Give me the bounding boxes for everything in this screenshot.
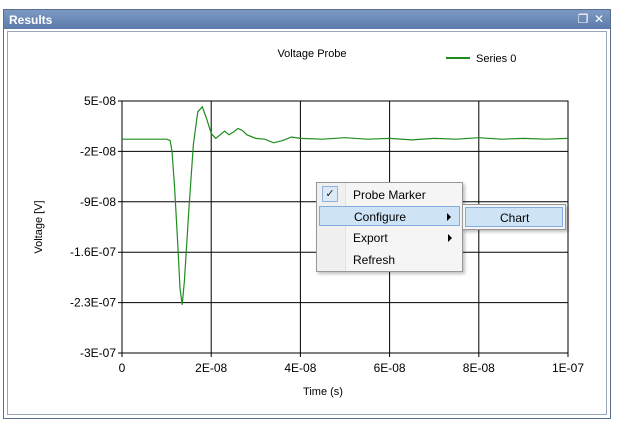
menu-item-label: Export (353, 231, 388, 245)
y-tick-label: -1.6E-07 (70, 245, 116, 259)
y-axis-label: Voltage [V] (33, 200, 45, 253)
menu-item-label: Refresh (353, 253, 396, 267)
restore-icon[interactable]: ❐ (576, 11, 590, 27)
chart-title: Voltage Probe (277, 48, 346, 60)
x-tick-label: 2E-08 (195, 361, 227, 375)
menu-item-label: Chart (500, 211, 530, 225)
window-title: Results (9, 13, 53, 27)
context-menu: ✓ Probe Marker Configure Export Refresh (316, 182, 463, 272)
x-tick-label: 0 (119, 361, 126, 375)
x-tick-label: 4E-08 (284, 361, 316, 375)
menu-item-label: Probe Marker (353, 188, 426, 202)
y-tick-label: -2.3E-07 (70, 296, 116, 310)
menu-item-probe-marker[interactable]: ✓ Probe Marker (319, 185, 460, 205)
y-tick-label: -3E-07 (80, 346, 116, 360)
menu-item-refresh[interactable]: Refresh (319, 250, 460, 270)
legend-label: Series 0 (476, 53, 516, 65)
y-tick-label: -2E-08 (80, 144, 116, 158)
x-axis-label: Time (s) (303, 386, 343, 398)
submenu-arrow-icon (447, 213, 451, 221)
x-tick-label: 8E-08 (463, 361, 495, 375)
menu-item-configure[interactable]: Configure (319, 206, 460, 226)
close-icon[interactable]: ✕ (592, 11, 606, 27)
menu-item-chart[interactable]: Chart (465, 207, 563, 227)
menu-item-export[interactable]: Export (319, 228, 460, 248)
y-tick-label: 5E-08 (84, 94, 116, 108)
check-icon: ✓ (322, 186, 338, 202)
x-tick-label: 6E-08 (374, 361, 406, 375)
title-bar[interactable]: Results ❐ ✕ (4, 10, 610, 29)
y-tick-label: -9E-08 (80, 195, 116, 209)
menu-item-label: Configure (354, 210, 407, 224)
configure-submenu: Chart (462, 204, 566, 230)
submenu-arrow-icon (448, 234, 452, 242)
x-tick-label: 1E-07 (552, 361, 584, 375)
